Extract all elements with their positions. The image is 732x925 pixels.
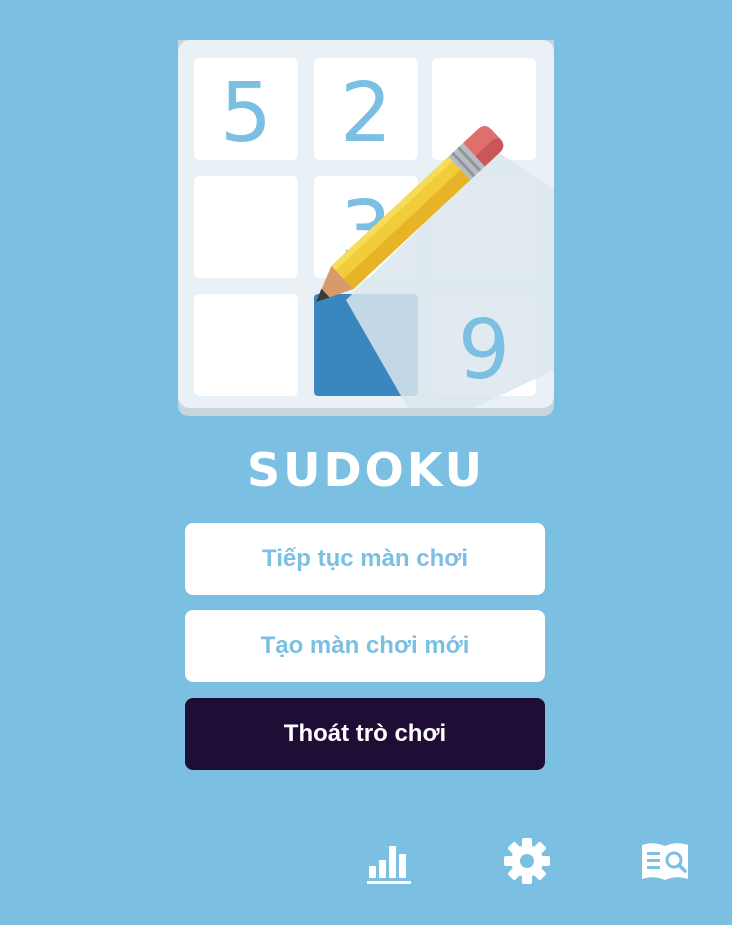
- app-title: SUDOKU: [247, 443, 485, 497]
- settings-icon[interactable]: [502, 836, 552, 886]
- new-game-button[interactable]: Tạo màn chơi mới: [185, 610, 545, 682]
- logo-digit-2: 2: [340, 66, 392, 161]
- logo-digit-9: 9: [458, 303, 510, 398]
- exit-game-button[interactable]: Thoát trò chơi: [185, 698, 545, 770]
- continue-game-label: Tiếp tục màn chơi: [262, 545, 468, 572]
- new-game-label: Tạo màn chơi mới: [260, 632, 470, 659]
- logo-digit-5: 5: [220, 66, 272, 161]
- stats-icon[interactable]: [364, 836, 414, 886]
- sudoku-logo: 5 2 3 9: [178, 40, 554, 416]
- guide-icon[interactable]: [640, 836, 690, 886]
- continue-game-button[interactable]: Tiếp tục màn chơi: [185, 523, 545, 595]
- exit-game-label: Thoát trò chơi: [283, 720, 447, 747]
